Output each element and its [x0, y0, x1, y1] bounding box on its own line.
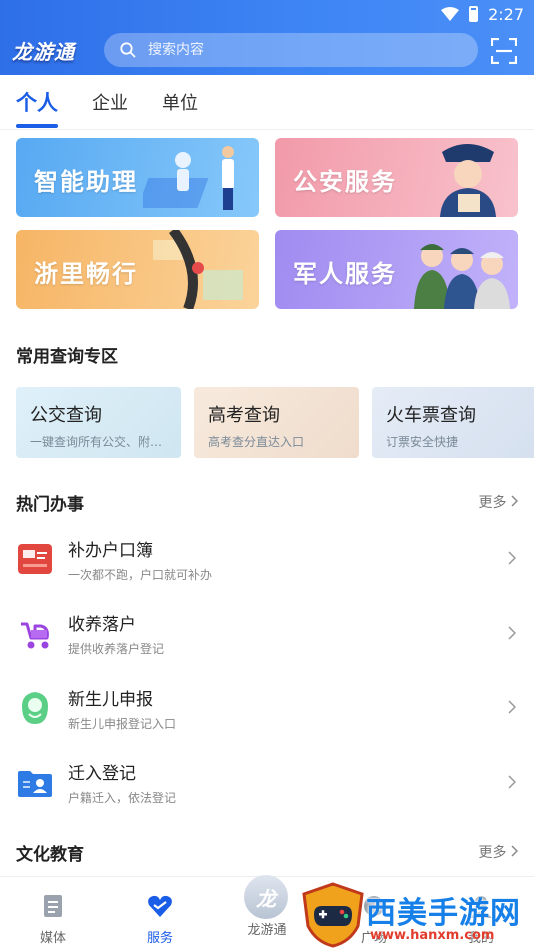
hot-item-move-in[interactable]: 迁入登记 户籍迁入，依法登记	[0, 746, 534, 821]
query-card-gaokao[interactable]: 高考查询 高考查分直达入口	[194, 387, 359, 458]
common-query-title: 常用查询专区	[16, 347, 118, 367]
query-card-subtitle: 订票安全快捷	[386, 435, 459, 449]
gamepad-shield-icon	[302, 882, 364, 948]
id-card-icon	[17, 765, 53, 801]
nav-service[interactable]: 服务	[120, 877, 200, 946]
hot-item-household-book[interactable]: 补办户口簿 一次都不跑，户口就可补办	[0, 522, 534, 597]
app-logo: 龙游通	[12, 40, 75, 64]
query-card-subtitle: 高考查分直达入口	[208, 435, 305, 449]
hot-affairs-title: 热门办事	[16, 495, 84, 515]
tab-enterprise[interactable]: 企业	[92, 75, 128, 130]
chevron-right-icon	[511, 495, 519, 507]
nav-longyoutong[interactable]: 龙游通	[227, 899, 307, 938]
hot-item-subtitle: 提供收养落户登记	[68, 642, 165, 657]
hot-affairs-list: 补办户口簿 一次都不跑，户口就可补办 收养落户 提供收养落户登记 新生儿申报 新…	[0, 522, 534, 820]
chevron-right-icon	[508, 774, 516, 789]
tab-personal[interactable]: 个人	[16, 75, 58, 130]
chevron-right-icon	[508, 700, 516, 714]
watermark-url: www.hanxm.com	[370, 928, 495, 943]
query-card-title: 火车票查询	[386, 405, 476, 426]
banner-title: 军人服务	[293, 260, 397, 288]
map-road-icon	[153, 230, 243, 309]
hot-item-title: 迁入登记	[68, 764, 136, 785]
stroller-icon	[17, 616, 53, 652]
status-time: 2:27	[488, 4, 524, 24]
banner-zheli-travel[interactable]: 浙里畅行	[16, 230, 259, 309]
query-cards: 公交查询 一键查询所有公交、附… 高考查询 高考查分直达入口 火车票查询 订票安…	[16, 387, 534, 458]
banner-military-service[interactable]: 军人服务	[275, 230, 518, 309]
hot-item-adoption[interactable]: 收养落户 提供收养落户登记	[0, 597, 534, 672]
search-input[interactable]	[148, 42, 448, 58]
hot-item-subtitle: 一次都不跑，户口就可补办	[68, 567, 213, 582]
household-book-icon	[17, 541, 53, 577]
hot-affairs-more-link[interactable]: 更多	[478, 492, 519, 512]
soldiers-icon	[414, 244, 510, 309]
search-bar[interactable]	[104, 33, 478, 67]
newspaper-icon	[44, 895, 62, 917]
baby-icon	[17, 690, 53, 726]
more-label: 更多	[478, 495, 507, 511]
robot-illustration-icon	[143, 146, 234, 210]
nav-label: 服务	[146, 931, 173, 946]
top-header: 2:27 龙游通	[0, 0, 534, 75]
banner-smart-assistant[interactable]: 智能助理	[16, 138, 259, 217]
tab-organization[interactable]: 单位	[162, 75, 198, 130]
banner-police-service[interactable]: 公安服务	[275, 138, 518, 217]
banner-title: 公安服务	[293, 168, 397, 196]
status-bar: 2:27	[441, 0, 534, 28]
nav-media[interactable]: 媒体	[13, 877, 93, 946]
scan-icon[interactable]	[491, 38, 517, 64]
service-banners: 智能助理 公安服务 浙里畅行 军人服务	[16, 138, 518, 309]
search-icon	[120, 42, 136, 58]
banner-title: 浙里畅行	[34, 260, 138, 288]
battery-icon	[469, 6, 479, 22]
police-officer-icon	[440, 144, 496, 217]
chevron-right-icon	[511, 845, 519, 857]
nav-label: 龙游通	[247, 923, 287, 938]
hot-item-title: 新生儿申报	[68, 689, 153, 710]
hot-item-newborn[interactable]: 新生儿申报 新生儿申报登记入口	[0, 671, 534, 746]
hot-item-title: 收养落户	[68, 615, 136, 636]
watermark-text: 西美手游网	[366, 896, 521, 931]
app-screen: 2:27 龙游通 个人 企业 单位 智能助理	[0, 0, 534, 949]
query-card-title: 公交查询	[30, 405, 102, 426]
query-card-train-ticket[interactable]: 火车票查询 订票安全快捷	[372, 387, 534, 458]
heart-service-icon	[148, 895, 172, 917]
wifi-icon	[441, 7, 460, 21]
nav-label: 媒体	[39, 931, 66, 946]
hot-item-subtitle: 新生儿申报登记入口	[68, 716, 177, 731]
culture-more-link[interactable]: 更多	[478, 842, 519, 862]
culture-education-title: 文化教育	[16, 845, 84, 865]
category-tabs: 个人 企业 单位	[0, 75, 534, 130]
query-card-bus[interactable]: 公交查询 一键查询所有公交、附…	[16, 387, 181, 458]
query-card-subtitle: 一键查询所有公交、附…	[30, 435, 163, 449]
banner-title: 智能助理	[34, 168, 138, 196]
hot-item-title: 补办户口簿	[68, 540, 153, 561]
hot-item-subtitle: 户籍迁入，依法登记	[68, 791, 177, 806]
watermark: 西美手游网 www.hanxm.com	[300, 880, 534, 949]
more-label: 更多	[478, 845, 507, 861]
chevron-right-icon	[508, 625, 516, 640]
query-card-title: 高考查询	[208, 405, 280, 426]
chevron-right-icon	[508, 551, 516, 565]
